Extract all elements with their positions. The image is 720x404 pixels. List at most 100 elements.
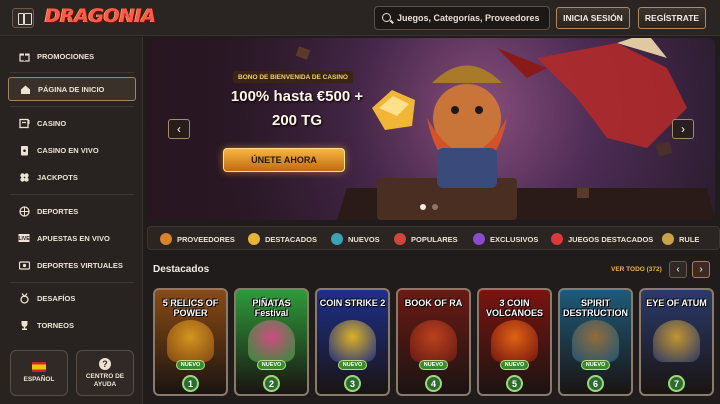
search-placeholder: Juegos, Categorías, Proveedores xyxy=(397,13,540,23)
game-card[interactable]: SPIRIT DESTRUCTION NUEVO 6 xyxy=(558,288,633,396)
rank-badge: 1 xyxy=(182,375,199,392)
spain-flag-icon xyxy=(32,362,46,372)
sidebar-item-label: TORNEOS xyxy=(37,320,74,330)
game-card[interactable]: 5 RELICS OF POWER NUEVO 1 xyxy=(153,288,228,396)
svg-text:LIVE: LIVE xyxy=(18,236,30,242)
sidebar-item-label: DEPORTES xyxy=(37,206,79,216)
help-label-line1: CENTRO DE xyxy=(85,372,125,380)
sidebar-item-label: CASINO EN VIVO xyxy=(37,145,99,155)
top-header: DRAGONIA Juegos, Categorías, Proveedores… xyxy=(0,0,720,36)
category-bar: PROVEEDORES DESTACADOS NUEVOS POPULARES … xyxy=(147,226,720,250)
sidebar-item-apuestas-en-vivo[interactable]: LIVE APUESTAS EN VIVO xyxy=(8,228,136,248)
category-ruleta[interactable]: RULE xyxy=(662,232,699,246)
search-icon xyxy=(382,13,391,22)
featured-title: Destacados xyxy=(153,264,210,275)
game-title: EYE OF ATUM xyxy=(646,298,707,308)
category-destacados[interactable]: DESTACADOS xyxy=(248,232,317,246)
sidebar-item-label: DEPORTES VIRTUALES xyxy=(37,260,123,270)
login-button[interactable]: INICIA SESIÓN xyxy=(556,7,630,29)
clover-icon xyxy=(18,171,30,183)
category-label: PROVEEDORES xyxy=(177,234,235,244)
game-thumbnail-art xyxy=(410,320,457,362)
new-badge: NUEVO xyxy=(419,360,448,370)
sidebar-item-deportes-virtuales[interactable]: DEPORTES VIRTUALES xyxy=(8,255,136,275)
game-thumbnail-art xyxy=(491,320,538,362)
new-icon xyxy=(331,233,343,245)
banner-next-button[interactable]: › xyxy=(672,119,694,139)
game-thumbnail-art xyxy=(248,320,295,362)
sidebar-item-label: APUESTAS EN VIVO xyxy=(37,233,110,243)
home-icon xyxy=(19,83,31,95)
featured-prev-button[interactable]: ‹ xyxy=(669,261,687,278)
category-juegos-destacados[interactable]: JUEGOS DESTACADOS xyxy=(551,232,653,246)
game-card[interactable]: COIN STRIKE 2 NUEVO 3 xyxy=(315,288,390,396)
dragonia-logo[interactable]: DRAGONIA xyxy=(45,5,156,27)
language-selector[interactable]: ESPAÑOL xyxy=(10,350,68,396)
rank-badge: 3 xyxy=(344,375,361,392)
target-icon xyxy=(551,233,563,245)
sidebar-divider xyxy=(10,282,134,283)
ball-icon xyxy=(18,205,30,217)
gift-icon xyxy=(18,50,30,62)
carousel-dots xyxy=(420,204,438,210)
sidebar-item-label: JACKPOTS xyxy=(37,172,78,182)
category-nuevos[interactable]: NUEVOS xyxy=(331,232,380,246)
category-label: RULE xyxy=(679,234,700,244)
register-button[interactable]: REGÍSTRATE xyxy=(638,7,706,29)
game-card[interactable]: EYE OF ATUM 7 xyxy=(639,288,714,396)
carousel-dot[interactable] xyxy=(420,204,426,210)
sidebar-item-promociones[interactable]: PROMOCIONES xyxy=(8,46,136,66)
game-title: COIN STRIKE 2 xyxy=(319,298,386,308)
game-title: 5 RELICS OF POWER xyxy=(162,298,219,318)
carousel-dot[interactable] xyxy=(432,204,438,210)
bonus-tag: BONO DE BIENVENIDA DE CASINO xyxy=(233,71,353,83)
live-icon: LIVE xyxy=(18,232,30,244)
medal-icon xyxy=(18,292,30,304)
gem-icon xyxy=(473,233,485,245)
providers-icon xyxy=(160,233,172,245)
search-input[interactable]: Juegos, Categorías, Proveedores xyxy=(374,6,550,30)
new-badge: NUEVO xyxy=(500,360,529,370)
sidebar-item-torneos[interactable]: TORNEOS xyxy=(8,315,136,335)
rank-badge: 2 xyxy=(263,375,280,392)
see-all-link[interactable]: VER TODO (372) xyxy=(611,266,662,273)
sidebar-item-deportes[interactable]: DEPORTES xyxy=(8,201,136,221)
banner-artwork xyxy=(295,38,715,220)
rank-badge: 6 xyxy=(587,375,604,392)
join-now-button[interactable]: ÚNETE AHORA xyxy=(223,148,345,172)
category-proveedores[interactable]: PROVEEDORES xyxy=(160,232,235,246)
category-populares[interactable]: POPULARES xyxy=(394,232,458,246)
game-card[interactable]: BOOK OF RA NUEVO 4 xyxy=(396,288,471,396)
featured-next-button[interactable]: › xyxy=(692,261,710,278)
sidebar-item-desafios[interactable]: DESAFÍOS xyxy=(8,288,136,308)
new-badge: NUEVO xyxy=(338,360,367,370)
game-title: SPIRIT DESTRUCTION xyxy=(563,298,628,318)
sidebar-item-label: CASINO xyxy=(37,118,67,128)
sidebar-item-casino-en-vivo[interactable]: CASINO EN VIVO xyxy=(8,140,136,160)
sidebar-item-label: DESAFÍOS xyxy=(37,293,76,303)
sidebar-item-jackpots[interactable]: JACKPOTS xyxy=(8,167,136,187)
category-label: JUEGOS DESTACADOS xyxy=(568,234,654,244)
category-label: POPULARES xyxy=(411,234,458,244)
new-badge: NUEVO xyxy=(581,360,610,370)
new-badge: NUEVO xyxy=(176,360,205,370)
sidebar-toggle-button[interactable] xyxy=(12,8,34,28)
sidebar-item-casino[interactable]: CASINO xyxy=(8,113,136,133)
sidebar-item-label: PROMOCIONES xyxy=(37,51,95,61)
help-center-button[interactable]: ? CENTRO DE AYUDA xyxy=(76,350,134,396)
game-thumbnail-art xyxy=(653,320,700,362)
category-label: EXCLUSIVOS xyxy=(490,234,539,244)
chevron-right-icon: › xyxy=(699,264,703,275)
game-card[interactable]: 3 COIN VOLCANOES NUEVO 5 xyxy=(477,288,552,396)
star-icon xyxy=(248,233,260,245)
game-title: 3 COIN VOLCANOES xyxy=(485,298,543,318)
promo-banner[interactable]: BONO DE BIENVENIDA DE CASINO 100% hasta … xyxy=(147,38,715,220)
category-exclusivos[interactable]: EXCLUSIVOS xyxy=(473,232,538,246)
game-thumbnail-art xyxy=(167,320,214,362)
promo-headline-line1: 100% hasta €500 + xyxy=(230,88,364,105)
banner-prev-button[interactable]: ‹ xyxy=(168,119,190,139)
game-card[interactable]: PIÑATAS Festival NUEVO 2 xyxy=(234,288,309,396)
game-title: PIÑATAS Festival xyxy=(252,298,291,318)
sidebar-item-home[interactable]: PÁGINA DE INICIO xyxy=(8,77,136,101)
sidebar-item-label: PÁGINA DE INICIO xyxy=(38,84,105,94)
